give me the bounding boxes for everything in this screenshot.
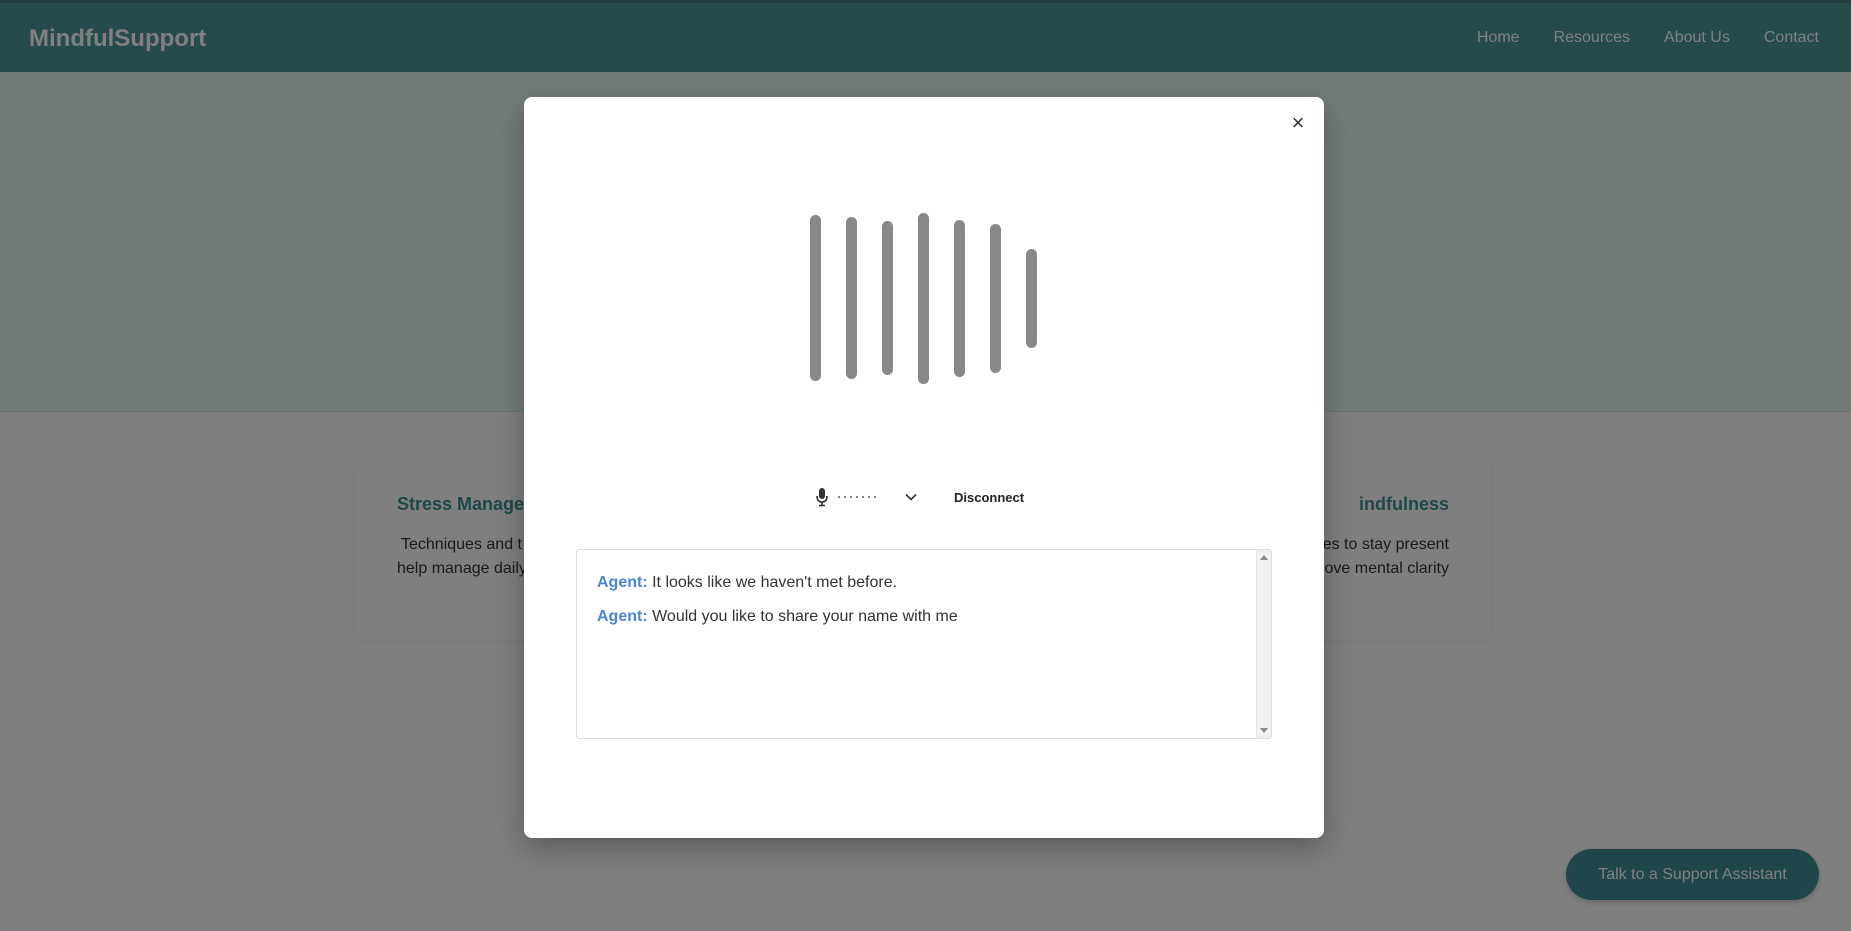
speaker-label: Agent: xyxy=(597,574,648,591)
audio-visualizer xyxy=(524,97,1324,497)
scroll-down-arrow-icon[interactable] xyxy=(1260,728,1268,733)
audio-bar xyxy=(1026,248,1037,348)
audio-bar xyxy=(846,217,857,379)
mic-level-indicator xyxy=(836,496,878,498)
disconnect-button[interactable]: Disconnect xyxy=(954,490,1024,505)
microphone-icon[interactable] xyxy=(816,487,828,507)
audio-bar xyxy=(810,215,821,381)
message-text: Would you like to share your name with m… xyxy=(652,608,958,625)
transcript-message: Agent: It looks like we haven't met befo… xyxy=(597,572,1251,594)
message-text: It looks like we haven't met before. xyxy=(652,574,898,591)
transcript-scrollbar[interactable] xyxy=(1256,550,1271,738)
transcript-list: Agent: It looks like we haven't met befo… xyxy=(597,572,1251,640)
transcript-message: Agent: Would you like to share your name… xyxy=(597,606,1251,628)
transcript-panel[interactable]: Agent: It looks like we haven't met befo… xyxy=(576,549,1272,739)
speaker-label: Agent: xyxy=(597,608,648,625)
page: MindfulSupport Home Resources About Us C… xyxy=(0,0,1851,931)
voice-controls: Disconnect xyxy=(816,486,1024,508)
audio-bar xyxy=(990,223,1001,373)
audio-bar xyxy=(954,219,965,377)
voice-assistant-modal: × Disconnect Agent: It looks like we hav… xyxy=(524,97,1324,838)
audio-bar xyxy=(882,221,893,375)
audio-bar xyxy=(918,212,929,384)
chevron-down-icon[interactable] xyxy=(904,490,918,504)
scroll-up-arrow-icon[interactable] xyxy=(1260,555,1268,560)
